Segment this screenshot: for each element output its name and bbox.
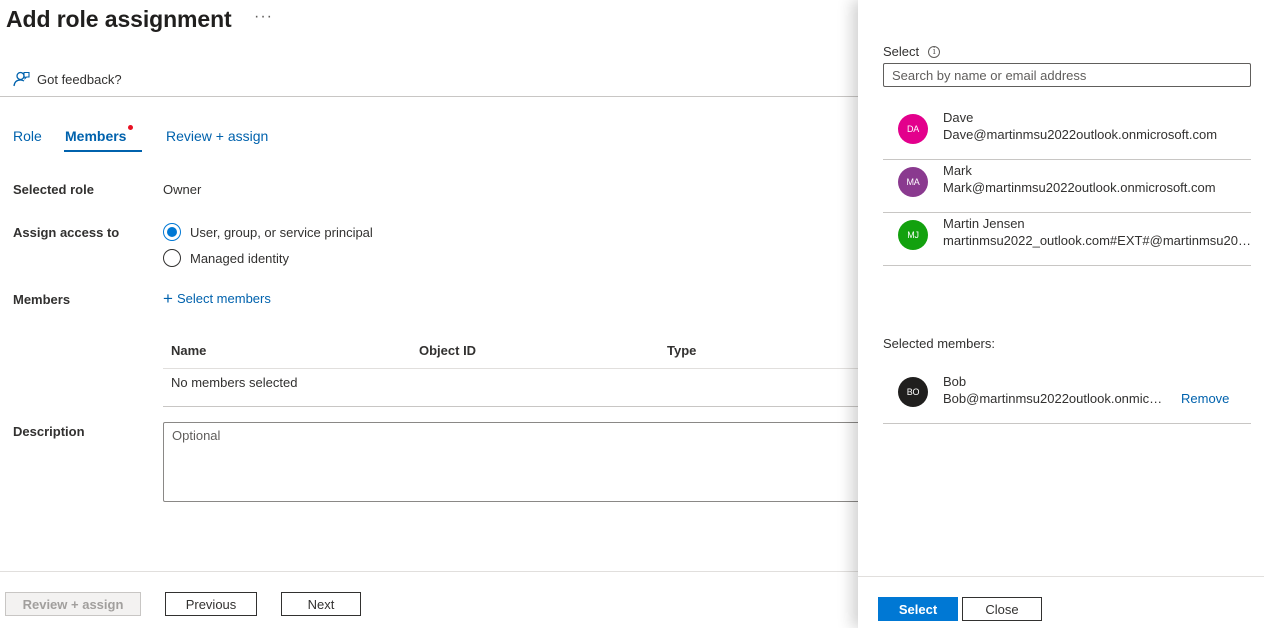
plus-icon: + <box>163 289 173 308</box>
info-icon[interactable]: i <box>928 45 941 58</box>
avatar: DA <box>898 114 928 144</box>
previous-button[interactable]: Previous <box>165 592 257 616</box>
radio-user-group-label: User, group, or service principal <box>190 224 373 240</box>
panel-footer-divider <box>858 576 1264 577</box>
table-bottom-divider <box>163 406 858 407</box>
select-label: Select <box>883 44 920 59</box>
select-members-label: Select members <box>176 291 271 306</box>
select-label-row: Select i <box>883 44 941 59</box>
main-pane: Add role assignment ··· Got feedback? Ro… <box>0 0 858 628</box>
review-assign-button[interactable]: Review + assign <box>5 592 141 616</box>
radio-button-checked[interactable] <box>163 223 181 241</box>
column-header-object-id[interactable]: Object ID <box>419 343 476 358</box>
user-name: Mark <box>943 163 972 178</box>
feedback-label: Got feedback? <box>37 71 122 87</box>
tab-role[interactable]: Role <box>13 128 42 144</box>
assign-access-label: Assign access to <box>13 225 120 240</box>
avatar: MJ <box>898 220 928 250</box>
table-header-divider <box>163 368 858 369</box>
description-label: Description <box>13 424 85 439</box>
select-members-panel: Select i DA Dave Dave@martinmsu2022outlo… <box>858 0 1264 628</box>
more-options-button[interactable]: ··· <box>254 8 273 26</box>
user-email: Mark@martinmsu2022outlook.onmicrosoft.co… <box>943 180 1216 195</box>
tab-notification-dot <box>128 125 133 130</box>
feedback-icon <box>13 71 30 87</box>
user-list-item[interactable]: MJ Martin Jensen martinmsu2022_outlook.c… <box>883 213 1251 266</box>
select-button[interactable]: Select <box>878 597 958 621</box>
page-title: Add role assignment <box>6 6 232 32</box>
user-list-item[interactable]: MA Mark Mark@martinmsu2022outlook.onmicr… <box>883 160 1251 213</box>
description-input[interactable] <box>163 422 858 502</box>
user-email: martinmsu2022_outlook.com#EXT#@martinmsu… <box>943 233 1251 248</box>
radio-managed-identity[interactable]: Managed identity <box>163 248 289 268</box>
user-name: Bob <box>943 374 967 389</box>
column-header-name[interactable]: Name <box>171 343 206 358</box>
remove-member-link[interactable]: Remove <box>1181 391 1229 406</box>
next-button[interactable]: Next <box>281 592 361 616</box>
user-email: Dave@martinmsu2022outlook.onmicrosoft.co… <box>943 127 1218 142</box>
selected-role-value: Owner <box>163 182 202 197</box>
tab-review-assign[interactable]: Review + assign <box>166 128 268 144</box>
user-email: Bob@martinmsu2022outlook.onmicrosoft.com <box>943 391 1165 406</box>
selected-role-label: Selected role <box>13 182 94 197</box>
radio-managed-identity-label: Managed identity <box>190 250 290 266</box>
user-list-item[interactable]: DA Dave Dave@martinmsu2022outlook.onmicr… <box>883 107 1251 160</box>
user-name: Dave <box>943 110 974 125</box>
radio-user-group[interactable]: User, group, or service principal <box>163 222 373 242</box>
selected-members-label: Selected members: <box>883 336 995 351</box>
avatar: BO <box>898 377 928 407</box>
tab-active-indicator <box>64 150 142 152</box>
feedback-link[interactable]: Got feedback? <box>12 69 122 89</box>
tab-members[interactable]: Members <box>65 128 126 144</box>
user-name: Martin Jensen <box>943 216 1025 231</box>
divider <box>0 96 858 97</box>
member-search-input[interactable] <box>883 63 1251 87</box>
avatar: MA <box>898 167 928 197</box>
close-button[interactable]: Close <box>962 597 1042 621</box>
selected-member-item: BO Bob Bob@martinmsu2022outlook.onmicros… <box>883 361 1251 424</box>
members-label: Members <box>13 292 71 307</box>
table-empty-message: No members selected <box>171 375 298 390</box>
footer-divider <box>0 571 858 572</box>
column-header-type[interactable]: Type <box>667 343 696 358</box>
select-members-link[interactable]: + Select members <box>163 290 271 307</box>
radio-button[interactable] <box>163 249 181 267</box>
